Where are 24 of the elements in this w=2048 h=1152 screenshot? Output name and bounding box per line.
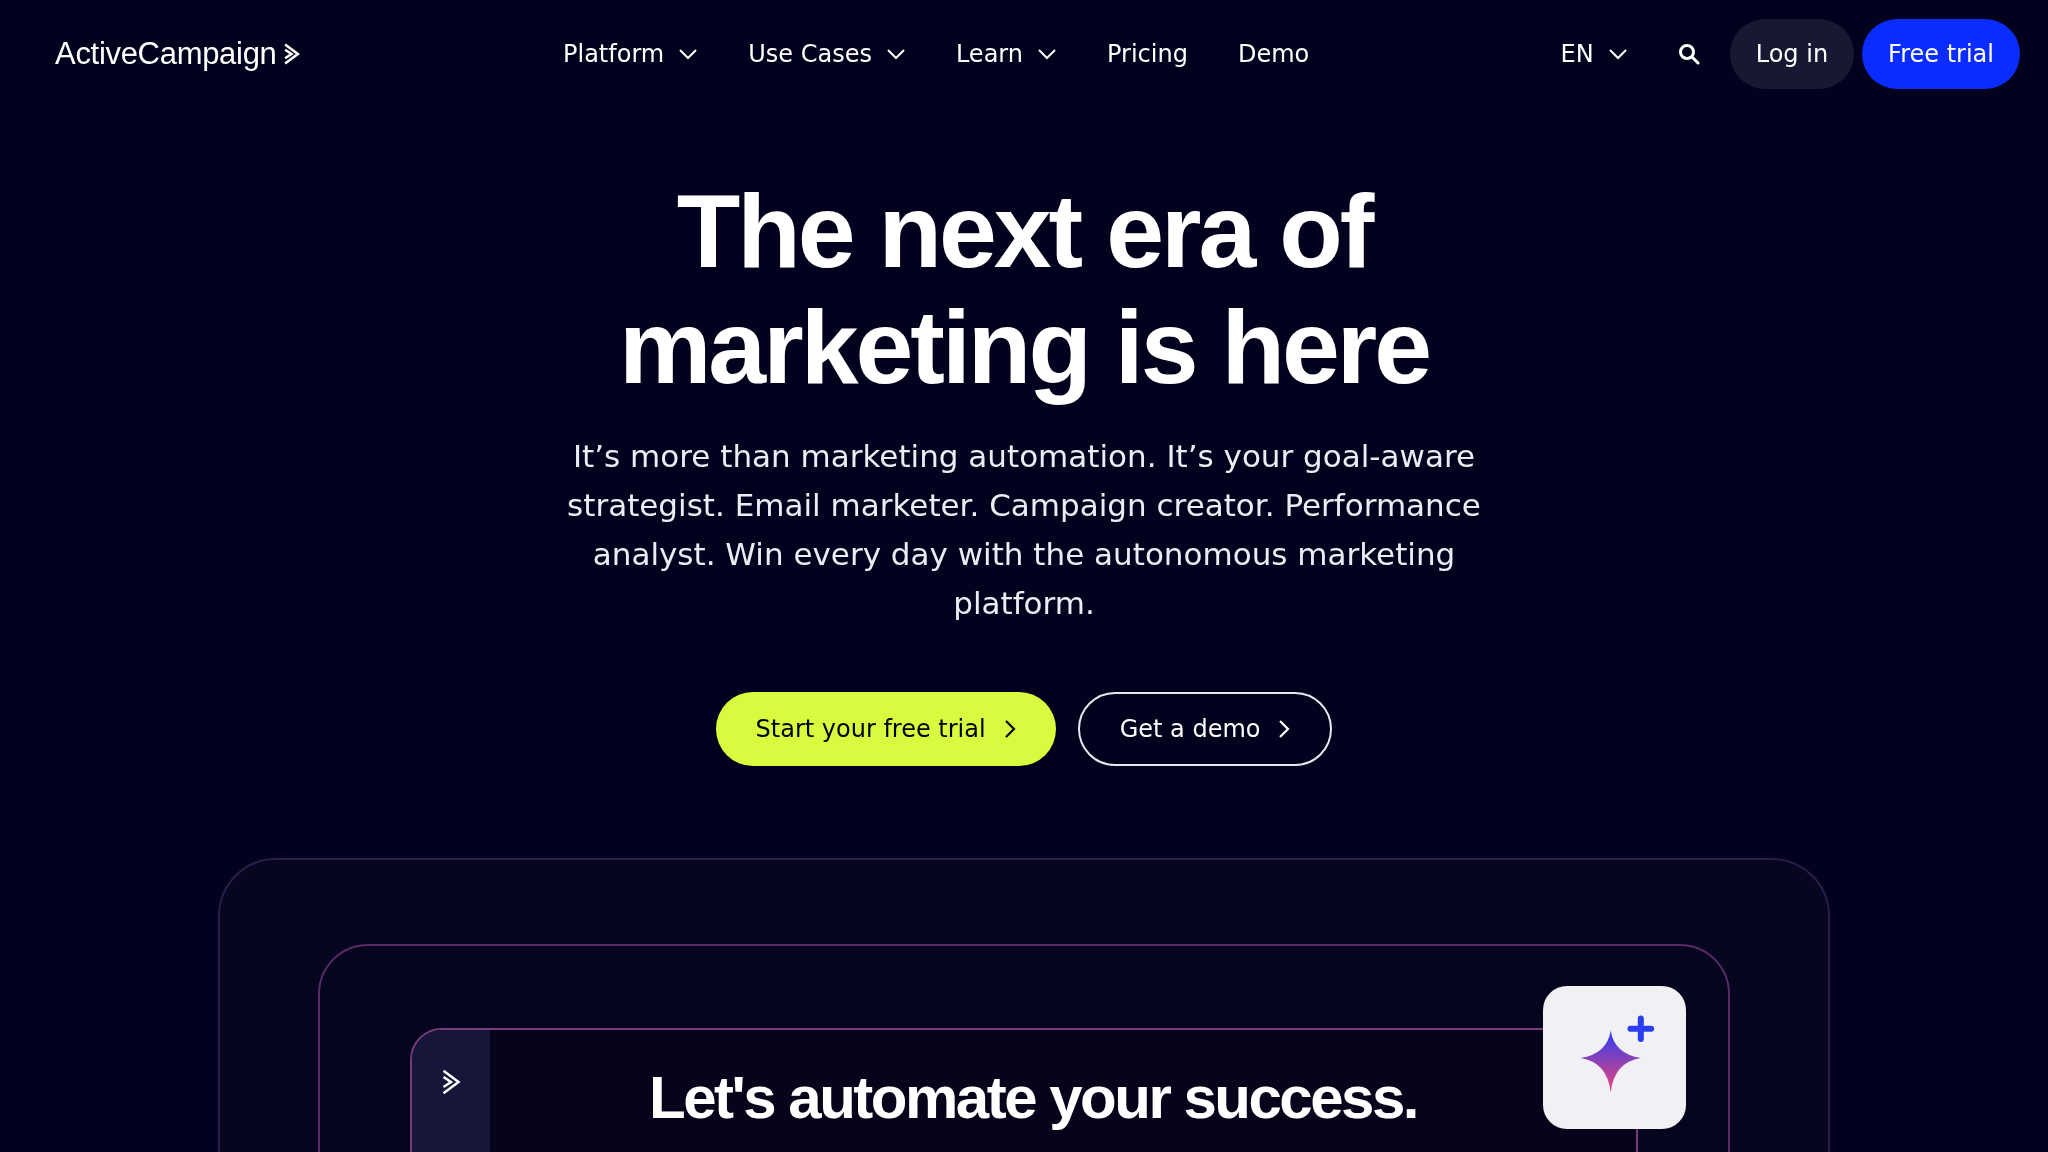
login-button[interactable]: Log in [1729, 19, 1855, 89]
subtitle: It’s more than marketing automation. It’s your goal-aware strategist. Email marketer. Campaign creator. Performance analyst. Win every day with the autonomous marketing platform. [566, 437, 1482, 623]
chevron-down-icon [1037, 48, 1057, 60]
chevron-right-icon [1003, 719, 1016, 739]
chevron-down-icon [885, 48, 906, 60]
language-selector[interactable]: EN [1560, 40, 1628, 68]
demo-button[interactable]: Get a demo [1077, 692, 1333, 766]
nav-link[interactable]: Demo [1237, 40, 1310, 68]
search-icon[interactable] [1677, 43, 1700, 65]
chevron-logo-icon [282, 42, 300, 66]
nav-link[interactable]: Learn [955, 40, 1057, 68]
headline: The next era of [675, 176, 1374, 291]
chevron-right-icon [1278, 719, 1291, 739]
nav-link[interactable]: Platform [563, 40, 699, 68]
free-trial-button[interactable]: Free trial [1862, 19, 2020, 89]
chevron-down-icon [678, 48, 699, 60]
nav-link[interactable]: Use Cases [748, 40, 906, 68]
chevron-logo-icon [441, 1068, 461, 1096]
nav-link[interactable]: Pricing [1107, 40, 1188, 68]
headline: marketing is here [617, 292, 1431, 407]
chevron-down-icon [1607, 48, 1628, 60]
start-trial-button[interactable]: Start your free trial [715, 692, 1056, 766]
logo-wordmark[interactable]: ActiveCampaign [55, 36, 277, 72]
preview-heading: Let's automate your success. [649, 1066, 1417, 1133]
